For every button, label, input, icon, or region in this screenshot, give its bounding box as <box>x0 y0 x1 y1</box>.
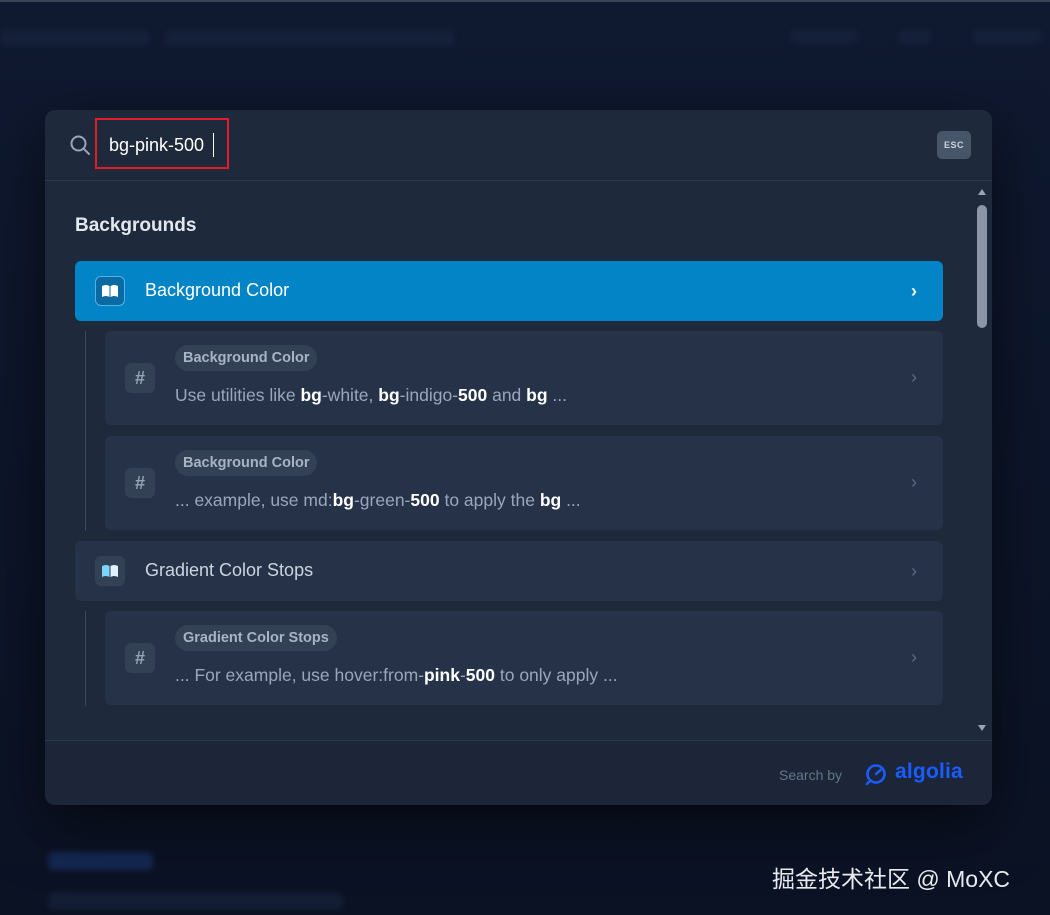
result-title: Gradient Color Stops <box>145 560 314 580</box>
sub-result-snippet: ... example, use md:bg-green-500 to appl… <box>175 490 581 511</box>
sub-result[interactable]: # Background Color Use utilities like bg… <box>105 331 943 425</box>
esc-button[interactable]: ESC <box>937 131 971 159</box>
result-background-color[interactable]: Background Color › <box>75 261 943 321</box>
search-modal: ESC Backgrounds Background Color › # Bac… <box>45 110 992 805</box>
window-top-edge <box>0 0 1050 2</box>
blurred-nav-logo <box>0 30 150 46</box>
blurred-page-subtitle <box>48 892 343 910</box>
snippet-match: 500 <box>458 385 488 405</box>
results-list[interactable]: Backgrounds Background Color › # Backgro… <box>45 181 992 739</box>
sub-result-snippet: ... For example, use hover:from-pink-500… <box>175 665 618 686</box>
snippet-match: bg <box>332 490 354 510</box>
algolia-logo-icon[interactable] <box>865 762 889 786</box>
snippet-text: -green- <box>353 490 411 510</box>
blurred-nav-link <box>898 30 932 44</box>
sub-result-badge: Background Color <box>175 345 318 371</box>
snippet-match: bg <box>526 385 548 405</box>
snippet-text: ... example, use md: <box>175 490 333 510</box>
snippet-match: bg <box>378 385 400 405</box>
blurred-nav-link <box>790 30 858 44</box>
book-icon <box>95 276 125 306</box>
tree-connector <box>85 611 86 706</box>
scroll-thumb[interactable] <box>977 205 987 328</box>
search-input-highlight <box>95 118 229 169</box>
snippet-match: 500 <box>410 490 440 510</box>
search-bar: ESC <box>45 110 992 181</box>
chevron-right-icon: › <box>911 647 917 667</box>
snippet-text: and <box>487 385 527 405</box>
sub-result-snippet: Use utilities like bg-white, bg-indigo-5… <box>175 385 567 406</box>
snippet-text: to apply the <box>439 490 540 510</box>
chevron-right-icon: › <box>911 561 917 581</box>
hash-icon: # <box>125 363 155 393</box>
snippet-text: -indigo- <box>399 385 459 405</box>
modal-footer: Search by algolia <box>45 740 992 805</box>
algolia-brand-link[interactable]: algolia <box>895 760 963 784</box>
chevron-right-icon: › <box>911 281 917 301</box>
search-icon <box>70 135 90 155</box>
blurred-page-heading <box>48 852 153 870</box>
snippet-text: Use utilities like <box>175 385 301 405</box>
scroll-down-arrow-icon[interactable] <box>978 725 986 731</box>
chevron-right-icon: › <box>911 367 917 387</box>
snippet-text: ... <box>561 490 581 510</box>
sub-result[interactable]: # Gradient Color Stops ... For example, … <box>105 611 943 705</box>
snippet-text: ... <box>547 385 568 405</box>
snippet-match: bg <box>539 490 562 510</box>
scroll-up-arrow-icon[interactable] <box>978 189 986 195</box>
search-by-label: Search by <box>779 767 843 783</box>
snippet-text: ... For example, use hover:from- <box>175 665 424 685</box>
hash-icon: # <box>125 643 155 673</box>
section-title: Backgrounds <box>75 215 197 236</box>
book-icon <box>95 556 125 586</box>
sub-result[interactable]: # Background Color ... example, use md:b… <box>105 436 943 530</box>
tree-connector <box>85 331 86 531</box>
snippet-text: to only apply ... <box>495 665 618 685</box>
snippet-match: 500 <box>465 665 495 685</box>
watermark: 掘金技术社区 @ MoXC <box>772 866 1011 892</box>
sub-result-badge: Background Color <box>175 450 318 476</box>
blurred-nav-search <box>165 30 455 46</box>
blurred-nav-link <box>972 30 1042 44</box>
results-scrollbar[interactable] <box>973 183 991 739</box>
snippet-match: bg <box>300 385 322 405</box>
sub-result-badge: Gradient Color Stops <box>175 625 337 651</box>
snippet-text: -white, <box>321 385 379 405</box>
chevron-right-icon: › <box>911 472 917 492</box>
result-title: Background Color <box>145 280 290 300</box>
snippet-match: pink <box>423 665 460 685</box>
result-gradient-color-stops[interactable]: Gradient Color Stops › <box>75 541 943 601</box>
hash-icon: # <box>125 468 155 498</box>
